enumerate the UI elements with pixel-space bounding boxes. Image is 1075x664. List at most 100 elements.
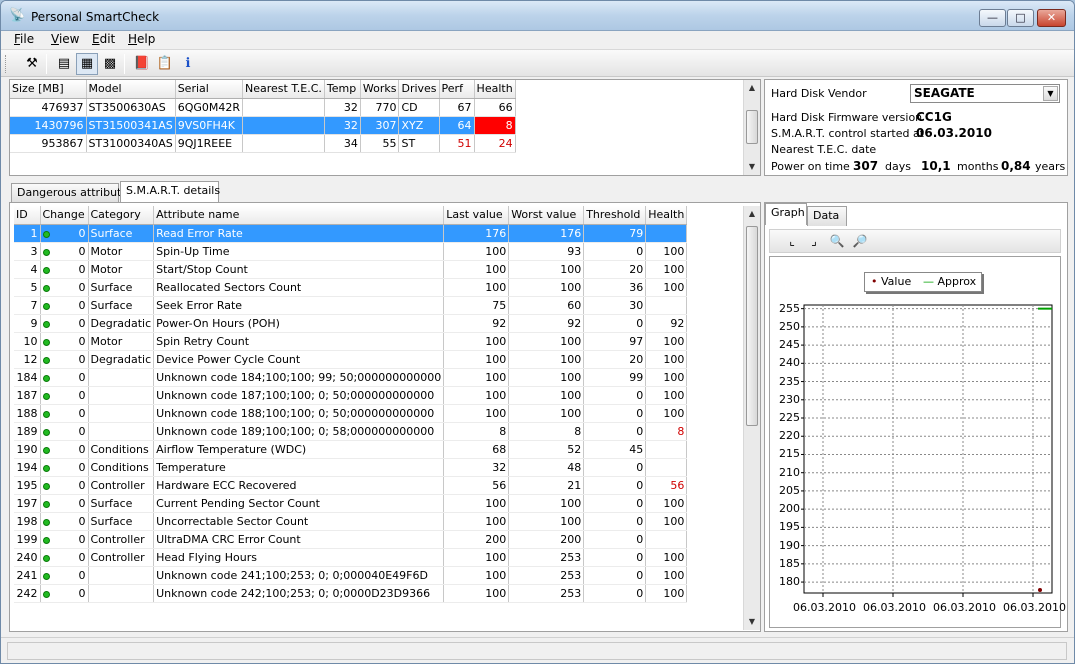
attribute-row[interactable]: 189 0 Unknown code 189;100;100; 0; 58;0000… [14,422,688,441]
col-perf[interactable]: Perf [439,80,475,99]
menu-file[interactable]: File [14,32,34,46]
disk-row[interactable]: 1430796 ST31500341AS 9VS0FH4K 32 307 XYZ 64 8 [10,116,516,135]
attr-cell-category [88,404,155,423]
chart-area: • Value — Approx 255 250 245 240 235 230 225 22… [769,256,1066,628]
attribute-row[interactable]: 9 0 Degradatic Power-On Hours (POH) 92 92 0 92 [14,314,688,333]
col-health[interactable]: Health [474,80,516,99]
info-icon[interactable]: ℹ [177,53,199,75]
zoom-out-icon[interactable]: 🔎 [850,232,870,252]
attr-cell-threshold: 99 [583,368,647,387]
view-list-icon[interactable]: ▤ [53,53,75,75]
attribute-row[interactable]: 242 0 Unknown code 242;100;253; 0; 0;0000D… [14,584,688,603]
attribute-row[interactable]: 188 0 Unknown code 188;100;100; 0; 50;0000… [14,404,688,423]
change-value: 0 [78,496,86,510]
col-works[interactable]: Works [360,80,400,99]
chart-area-icon[interactable]: ⌟ [804,232,824,252]
attr-cell-last: 176 [443,224,510,243]
attribute-row[interactable]: 7 0 Surface Seek Error Rate 75 60 30 [14,296,688,315]
attribute-row[interactable]: 194 0 Conditions Temperature 32 48 0 [14,458,688,477]
menu-help[interactable]: Help [128,32,155,46]
col-last-value[interactable]: Last value [443,206,510,225]
vendor-select[interactable]: SEAGATE ▼ [910,84,1060,103]
col-category[interactable]: Category [88,206,155,225]
attr-cell-change: 0 [40,494,89,513]
col-serial[interactable]: Serial [175,80,244,99]
col-id[interactable]: ID [14,206,41,225]
attr-cell-threshold: 0 [583,584,647,603]
attribute-row[interactable]: 10 0 Motor Spin Retry Count 100 100 97 100 [14,332,688,351]
disk-cell-model: ST31500341AS [86,116,176,135]
view-grid-icon[interactable]: ▩ [99,53,121,75]
scroll-thumb[interactable] [746,226,758,426]
attribute-row[interactable]: 241 0 Unknown code 241;100;253; 0; 0;00004… [14,566,688,585]
attribute-row[interactable]: 190 0 Conditions Airflow Temperature (WDC) 6… [14,440,688,459]
col-model[interactable]: Model [86,80,176,99]
tab-smart-details[interactable]: S.M.A.R.T. details [120,181,220,202]
scroll-up-icon[interactable]: ▲ [744,206,760,222]
copy-report-icon[interactable]: 📋 [154,53,176,75]
change-value: 0 [78,226,86,240]
tab-data[interactable]: Data [807,206,847,226]
attribute-row[interactable]: 12 0 Degradatic Device Power Cycle Count 100… [14,350,688,369]
close-button[interactable]: ✕ [1037,9,1066,27]
attribute-row[interactable]: 184 0 Unknown code 184;100;100; 99; 50;000… [14,368,688,387]
attr-cell-last: 100 [443,332,510,351]
change-value: 0 [78,316,86,330]
scroll-thumb[interactable] [746,110,758,144]
attr-cell-worst: 100 [508,278,585,297]
attribute-row[interactable]: 197 0 Surface Current Pending Sector Count 1… [14,494,688,513]
zoom-in-icon[interactable]: 🔍 [827,232,847,252]
col-change[interactable]: Change [40,206,89,225]
disk-row[interactable]: 476937 ST3500630AS 6QG0M42R 32 770 CD 67 66 [10,98,516,117]
attribute-row[interactable]: 187 0 Unknown code 187;100;100; 0; 50;0000… [14,386,688,405]
col-nearest-tec[interactable]: Nearest T.E.C. [242,80,325,99]
attribute-row[interactable]: 3 0 Motor Spin-Up Time 100 93 0 100 [14,242,688,261]
attr-cell-id: 7 [14,296,41,315]
attribute-row[interactable]: 198 0 Surface Uncorrectable Sector Count 100… [14,512,688,531]
maximize-button[interactable]: □ [1007,9,1034,27]
settings-tools-icon[interactable]: ⚒ [21,53,43,75]
attribute-row[interactable]: 195 0 Controller Hardware ECC Recovered 56 21… [14,476,688,495]
chevron-down-icon[interactable]: ▼ [1043,86,1058,101]
attribute-row[interactable]: 1 0 Surface Read Error Rate 176 176 79 [14,224,688,243]
tab-graph[interactable]: Graph [765,203,807,225]
attr-cell-worst: 92 [508,314,585,333]
minimize-button[interactable]: — [979,9,1006,27]
col-attribute-name[interactable]: Attribute name [153,206,445,225]
attribute-row[interactable]: 4 0 Motor Start/Stop Count 100 100 20 100 [14,260,688,279]
view-details-icon[interactable]: ▦ [76,53,98,75]
title-bar[interactable]: 📡 Personal SmartCheck — □ ✕ [1,1,1074,31]
disk-row[interactable]: 953867 ST31000340AS 9QJ1REEE 34 55 ST 51 24 [10,134,516,153]
disk-cell-perf: 64 [439,116,475,135]
disk-list-scrollbar[interactable]: ▲ ▼ [743,80,760,175]
attribute-row[interactable]: 240 0 Controller Head Flying Hours 100 253 0 10… [14,548,688,567]
attr-cell-name: Unknown code 241;100;253; 0; 0;000040E49… [153,566,445,585]
menu-edit[interactable]: Edit [92,32,115,46]
tab-dangerous-attributes[interactable]: Dangerous attributes [11,183,134,202]
attr-cell-name: UltraDMA CRC Error Count [153,530,445,549]
col-attr-health[interactable]: Health [645,206,688,225]
toolbar-grip[interactable] [5,55,8,73]
book-icon[interactable]: 📕 [131,53,153,75]
scroll-down-icon[interactable]: ▼ [744,159,760,175]
col-temp[interactable]: Temp [324,80,361,99]
menu-view[interactable]: View [51,32,79,46]
attribute-row[interactable]: 199 0 Controller UltraDMA CRC Error Count 20… [14,530,688,549]
attr-cell-id: 195 [14,476,41,495]
scroll-down-icon[interactable]: ▼ [744,614,760,630]
attr-cell-health: 8 [645,422,688,441]
col-worst-value[interactable]: Worst value [508,206,585,225]
attributes-scrollbar[interactable]: ▲ ▼ [743,206,760,630]
col-size[interactable]: Size [MB] [10,80,87,99]
attr-cell-name: Power-On Hours (POH) [153,314,445,333]
attr-cell-name: Spin-Up Time [153,242,445,261]
attr-cell-id: 184 [14,368,41,387]
attr-cell-name: Start/Stop Count [153,260,445,279]
attr-cell-name: Current Pending Sector Count [153,494,445,513]
chart-line-icon[interactable]: ⌞ [782,232,802,252]
attribute-row[interactable]: 5 0 Surface Reallocated Sectors Count 100 100… [14,278,688,297]
scroll-up-icon[interactable]: ▲ [744,80,760,96]
col-drives[interactable]: Drives [398,80,440,99]
col-threshold[interactable]: Threshold [583,206,647,225]
attr-cell-category: Motor [88,260,155,279]
